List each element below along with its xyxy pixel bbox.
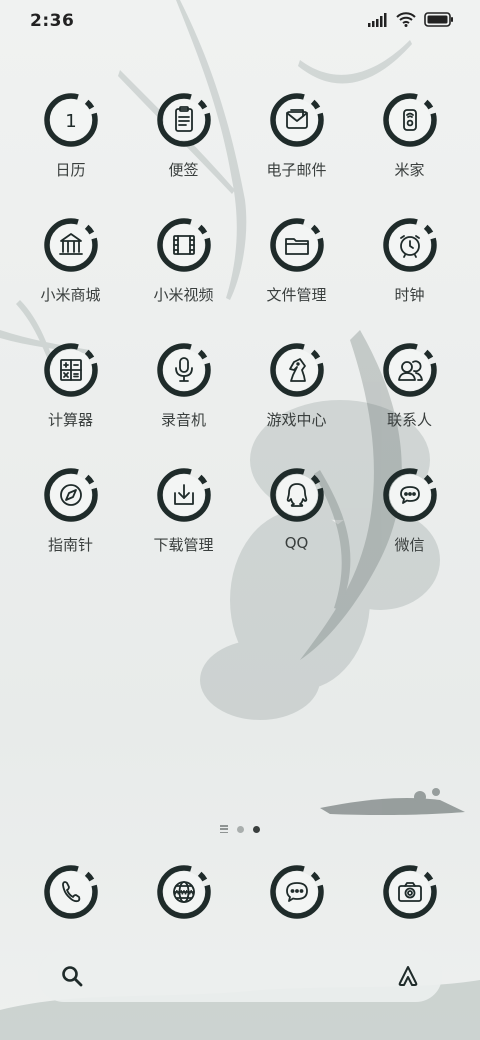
dock-camera[interactable] bbox=[353, 862, 466, 922]
mail-icon bbox=[267, 90, 327, 150]
app-label: 计算器 bbox=[47, 411, 93, 429]
store-icon bbox=[41, 215, 101, 275]
search-bar[interactable] bbox=[38, 950, 442, 1002]
assistant-icon[interactable] bbox=[396, 964, 420, 988]
app-folder[interactable]: 文件管理 bbox=[240, 215, 353, 305]
search-icon[interactable] bbox=[60, 964, 84, 988]
qq-icon bbox=[267, 465, 327, 525]
app-notes[interactable]: 便签 bbox=[127, 90, 240, 180]
dock-browser[interactable]: WWW bbox=[127, 862, 240, 922]
app-label: 联系人 bbox=[386, 411, 432, 429]
clock-icon bbox=[380, 215, 440, 275]
app-recorder[interactable]: 录音机 bbox=[127, 340, 240, 430]
app-video[interactable]: 小米视频 bbox=[127, 215, 240, 305]
download-icon bbox=[154, 465, 214, 525]
app-label: 便签 bbox=[168, 161, 199, 179]
status-bar: 2:36 bbox=[0, 0, 480, 42]
app-label: 米家 bbox=[394, 161, 425, 179]
battery-icon bbox=[424, 12, 453, 27]
app-download[interactable]: 下载管理 bbox=[127, 465, 240, 555]
compass-icon bbox=[41, 465, 101, 525]
app-store[interactable]: 小米商城 bbox=[14, 215, 127, 305]
notes-icon bbox=[154, 90, 214, 150]
wechat-icon bbox=[380, 465, 440, 525]
mijia-icon bbox=[380, 90, 440, 150]
game-center-icon bbox=[267, 340, 327, 400]
app-compass[interactable]: 指南针 bbox=[14, 465, 127, 555]
app-label: 电子邮件 bbox=[266, 161, 327, 179]
browser-icon: WWW bbox=[154, 862, 214, 922]
page-indicator[interactable] bbox=[0, 822, 480, 836]
app-label: 微信 bbox=[394, 536, 425, 554]
app-game-center[interactable]: 游戏中心 bbox=[240, 340, 353, 430]
calculator-icon bbox=[41, 340, 101, 400]
page-dot bbox=[237, 825, 244, 833]
svg-text:1: 1 bbox=[65, 111, 76, 132]
dock-phone[interactable] bbox=[14, 862, 127, 922]
app-label: 录音机 bbox=[160, 411, 206, 429]
app-clock[interactable]: 时钟 bbox=[353, 215, 466, 305]
app-mail[interactable]: 电子邮件 bbox=[240, 90, 353, 180]
app-calendar[interactable]: 1 日历 bbox=[14, 90, 127, 180]
dock-messages[interactable] bbox=[240, 862, 353, 922]
app-wechat[interactable]: 微信 bbox=[353, 465, 466, 555]
app-label: 文件管理 bbox=[266, 286, 327, 304]
app-calculator[interactable]: 计算器 bbox=[14, 340, 127, 430]
page-dot-current bbox=[253, 825, 260, 833]
recorder-icon bbox=[154, 340, 214, 400]
contacts-icon bbox=[380, 340, 440, 400]
signal-icon bbox=[368, 12, 387, 27]
app-label: 日历 bbox=[55, 161, 86, 179]
app-mijia[interactable]: 米家 bbox=[353, 90, 466, 180]
svg-text:WWW: WWW bbox=[173, 889, 195, 897]
page-indicator-menu-icon bbox=[220, 825, 228, 833]
app-label: 时钟 bbox=[394, 286, 425, 304]
wifi-icon bbox=[396, 12, 416, 27]
app-label: 小米视频 bbox=[153, 286, 214, 304]
phone-icon bbox=[41, 862, 101, 922]
app-label: 小米商城 bbox=[40, 286, 101, 304]
app-label: 下载管理 bbox=[153, 536, 214, 554]
messages-icon bbox=[267, 862, 327, 922]
camera-icon bbox=[380, 862, 440, 922]
app-label: QQ bbox=[284, 534, 309, 552]
video-icon bbox=[154, 215, 214, 275]
app-label: 指南针 bbox=[47, 536, 93, 554]
calendar-icon: 1 bbox=[41, 90, 101, 150]
app-contacts[interactable]: 联系人 bbox=[353, 340, 466, 430]
status-time: 2:36 bbox=[30, 11, 75, 31]
folder-icon bbox=[267, 215, 327, 275]
app-qq[interactable]: QQ bbox=[240, 465, 353, 552]
app-label: 游戏中心 bbox=[266, 411, 327, 429]
